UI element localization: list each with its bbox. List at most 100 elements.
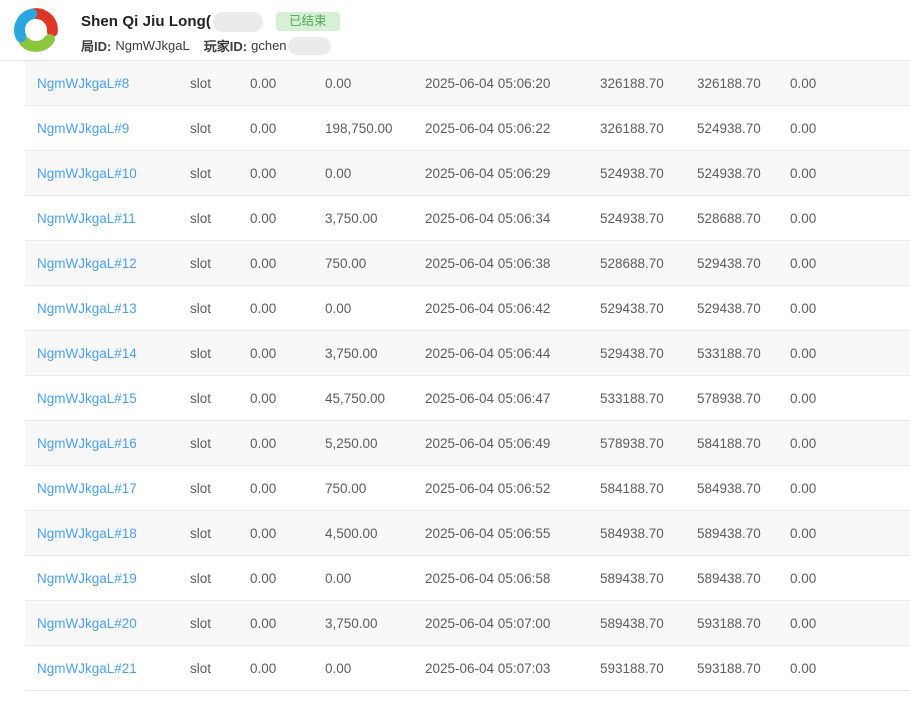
cell-after: 326188.70: [697, 76, 790, 91]
cell-payout: 198,750.00: [325, 121, 425, 136]
game-logo-icon: [10, 4, 62, 56]
cell-after: 529438.70: [697, 256, 790, 271]
cell-time: 2025-06-04 05:07:00: [425, 616, 600, 631]
cell-round: NgmWJkgaL#16: [25, 436, 190, 451]
cell-round: NgmWJkgaL#11: [25, 211, 190, 226]
cell-before: 578938.70: [600, 436, 697, 451]
cell-round: NgmWJkgaL#14: [25, 346, 190, 361]
cell-type: slot: [190, 256, 250, 271]
table-row: NgmWJkgaL#12slot0.00750.002025-06-04 05:…: [25, 241, 910, 286]
round-id-link[interactable]: NgmWJkgaL#8: [37, 76, 129, 91]
round-id-link[interactable]: NgmWJkgaL#15: [37, 391, 137, 406]
player-id-label: 玩家ID:: [204, 36, 247, 55]
table-row: NgmWJkgaL#13slot0.000.002025-06-04 05:06…: [25, 286, 910, 331]
cell-type: slot: [190, 526, 250, 541]
cell-time: 2025-06-04 05:06:20: [425, 76, 600, 91]
round-id-value: NgmWJkgaL: [115, 38, 189, 53]
cell-type: slot: [190, 346, 250, 361]
cell-payout: 0.00: [325, 166, 425, 181]
cell-before: 529438.70: [600, 301, 697, 316]
table-row: NgmWJkgaL#8slot0.000.002025-06-04 05:06:…: [25, 61, 910, 106]
tri-swirl-logo-icon: [10, 4, 62, 56]
cell-extra: 0.00: [790, 436, 910, 451]
cell-time: 2025-06-04 05:06:34: [425, 211, 600, 226]
cell-after: 584188.70: [697, 436, 790, 451]
table-row: NgmWJkgaL#14slot0.003,750.002025-06-04 0…: [25, 331, 910, 376]
cell-time: 2025-06-04 05:06:38: [425, 256, 600, 271]
cell-extra: 0.00: [790, 256, 910, 271]
cell-bet: 0.00: [250, 391, 325, 406]
cell-bet: 0.00: [250, 256, 325, 271]
cell-after: 593188.70: [697, 616, 790, 631]
cell-bet: 0.00: [250, 76, 325, 91]
cell-time: 2025-06-04 05:07:03: [425, 661, 600, 676]
cell-time: 2025-06-04 05:06:58: [425, 571, 600, 586]
cell-after: 524938.70: [697, 166, 790, 181]
cell-before: 524938.70: [600, 211, 697, 226]
header-info: Shen Qi Jiu Long( 已结束 局ID: NgmWJkgaL 玩家I…: [81, 4, 340, 55]
cell-after: 589438.70: [697, 526, 790, 541]
cell-before: 589438.70: [600, 571, 697, 586]
cell-bet: 0.00: [250, 481, 325, 496]
round-id-link[interactable]: NgmWJkgaL#17: [37, 481, 137, 496]
cell-bet: 0.00: [250, 121, 325, 136]
cell-payout: 4,500.00: [325, 526, 425, 541]
round-id-link[interactable]: NgmWJkgaL#10: [37, 166, 137, 181]
cell-after: 584938.70: [697, 481, 790, 496]
cell-type: slot: [190, 481, 250, 496]
cell-extra: 0.00: [790, 391, 910, 406]
cell-time: 2025-06-04 05:06:52: [425, 481, 600, 496]
cell-round: NgmWJkgaL#21: [25, 661, 190, 676]
cell-after: 593188.70: [697, 661, 790, 676]
cell-type: slot: [190, 301, 250, 316]
cell-bet: 0.00: [250, 661, 325, 676]
cell-type: slot: [190, 436, 250, 451]
cell-bet: 0.00: [250, 166, 325, 181]
cell-bet: 0.00: [250, 436, 325, 451]
game-rounds-table: NgmWJkgaL#8slot0.000.002025-06-04 05:06:…: [25, 61, 910, 691]
cell-before: 533188.70: [600, 391, 697, 406]
round-id-link[interactable]: NgmWJkgaL#13: [37, 301, 137, 316]
cell-type: slot: [190, 211, 250, 226]
round-id-link[interactable]: NgmWJkgaL#11: [37, 211, 136, 226]
cell-before: 593188.70: [600, 661, 697, 676]
table-row: NgmWJkgaL#17slot0.00750.002025-06-04 05:…: [25, 466, 910, 511]
cell-bet: 0.00: [250, 301, 325, 316]
round-id-link[interactable]: NgmWJkgaL#16: [37, 436, 137, 451]
round-id-link[interactable]: NgmWJkgaL#19: [37, 571, 137, 586]
game-title: Shen Qi Jiu Long(: [81, 13, 211, 30]
player-id-value: gchen: [251, 38, 286, 53]
cell-after: 578938.70: [697, 391, 790, 406]
round-id-link[interactable]: NgmWJkgaL#12: [37, 256, 137, 271]
cell-time: 2025-06-04 05:06:55: [425, 526, 600, 541]
cell-after: 589438.70: [697, 571, 790, 586]
round-id-link[interactable]: NgmWJkgaL#20: [37, 616, 137, 631]
cell-round: NgmWJkgaL#8: [25, 76, 190, 91]
table-row: NgmWJkgaL#10slot0.000.002025-06-04 05:06…: [25, 151, 910, 196]
cell-round: NgmWJkgaL#17: [25, 481, 190, 496]
table-row: NgmWJkgaL#21slot0.000.002025-06-04 05:07…: [25, 646, 910, 691]
cell-before: 584188.70: [600, 481, 697, 496]
cell-payout: 3,750.00: [325, 346, 425, 361]
round-id-link[interactable]: NgmWJkgaL#9: [37, 121, 129, 136]
cell-round: NgmWJkgaL#10: [25, 166, 190, 181]
cell-before: 326188.70: [600, 121, 697, 136]
table-row: NgmWJkgaL#15slot0.0045,750.002025-06-04 …: [25, 376, 910, 421]
cell-payout: 5,250.00: [325, 436, 425, 451]
table-row: NgmWJkgaL#16slot0.005,250.002025-06-04 0…: [25, 421, 910, 466]
cell-payout: 0.00: [325, 76, 425, 91]
cell-before: 524938.70: [600, 166, 697, 181]
round-id-link[interactable]: NgmWJkgaL#21: [37, 661, 137, 676]
cell-extra: 0.00: [790, 301, 910, 316]
cell-after: 533188.70: [697, 346, 790, 361]
game-header: Shen Qi Jiu Long( 已结束 局ID: NgmWJkgaL 玩家I…: [0, 0, 910, 61]
table-row: NgmWJkgaL#20slot0.003,750.002025-06-04 0…: [25, 601, 910, 646]
cell-round: NgmWJkgaL#19: [25, 571, 190, 586]
cell-extra: 0.00: [790, 571, 910, 586]
cell-round: NgmWJkgaL#12: [25, 256, 190, 271]
cell-round: NgmWJkgaL#9: [25, 121, 190, 136]
round-id-link[interactable]: NgmWJkgaL#14: [37, 346, 137, 361]
cell-type: slot: [190, 166, 250, 181]
round-id-link[interactable]: NgmWJkgaL#18: [37, 526, 137, 541]
cell-before: 589438.70: [600, 616, 697, 631]
